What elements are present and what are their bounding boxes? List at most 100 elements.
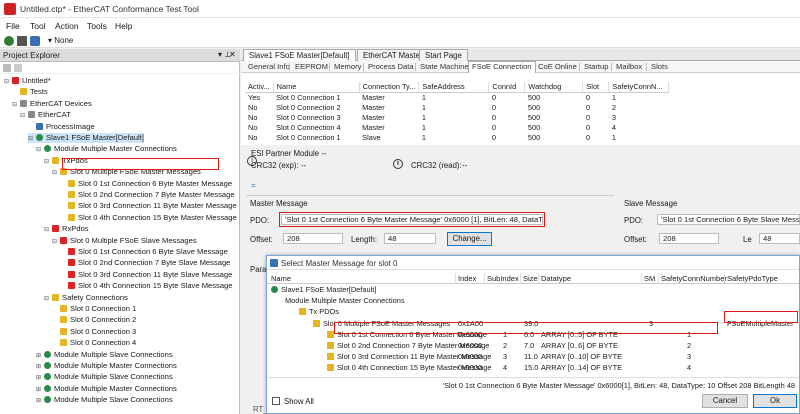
tree-item[interactable]: Slot 0 2nd Connection 7 Byte Slave Messa… xyxy=(60,258,230,268)
tree-item[interactable]: Slot 0 Connection 2 xyxy=(52,315,136,325)
tree-item[interactable]: ProcessImage xyxy=(28,122,95,132)
expand-toggle-icon[interactable]: ⊟ xyxy=(44,157,51,167)
col-connection-type[interactable]: Connection Ty... xyxy=(359,82,420,93)
expand-toggle-icon[interactable]: ⊟ xyxy=(44,294,51,304)
tab-mailbox[interactable]: Mailbox xyxy=(616,62,642,71)
tab-general-info[interactable]: General Info xyxy=(248,62,290,71)
settings-icon[interactable] xyxy=(30,36,40,46)
tab-start-page[interactable]: Start Page xyxy=(419,49,468,61)
tree-item[interactable]: ⊟ Untitled* xyxy=(4,76,51,86)
expand-toggle-icon[interactable]: ⊟ xyxy=(52,237,59,247)
stop-icon[interactable] xyxy=(17,36,27,46)
run-icon[interactable] xyxy=(4,36,14,46)
tree-item[interactable]: ⊞ Module Multiple Master Connections xyxy=(36,384,177,394)
ok-button[interactable]: Ok xyxy=(753,394,797,408)
tab-ethercat-master[interactable]: EtherCAT Master xyxy=(357,49,429,61)
tree-item[interactable]: Slot 0 3rd Connection 11 Byte Slave Mess… xyxy=(60,270,232,280)
table-row[interactable]: No Slot 0 Connection 1 Slave 1 0 500 0 1 xyxy=(245,133,669,143)
tree-item[interactable]: ⊞ Module Multiple Slave Connections xyxy=(36,372,173,382)
expand-toggle-icon[interactable]: ⊞ xyxy=(36,351,43,361)
tree-item[interactable]: ⊟ EtherCAT xyxy=(20,110,71,120)
table-row[interactable]: No Slot 0 Connection 3 Master 1 0 500 0 3 xyxy=(245,113,669,123)
dcol-index[interactable]: Index xyxy=(458,274,476,283)
remove-icon[interactable] xyxy=(14,64,22,72)
menu-tools[interactable]: Tools xyxy=(87,21,107,31)
tab-eeprom[interactable]: EEPROM xyxy=(295,62,328,71)
menu-file[interactable]: File xyxy=(6,21,20,31)
show-all-checkbox[interactable] xyxy=(272,397,280,405)
tab-memory[interactable]: Memory xyxy=(334,62,361,71)
tree-item[interactable]: ⊞ Module Multiple Slave Connections xyxy=(36,395,173,405)
col-slot[interactable]: Slot xyxy=(582,82,610,93)
tab-fsoe-connection[interactable]: FSoE Connection xyxy=(468,61,536,73)
col-conn-id[interactable]: ConnId xyxy=(488,82,526,93)
menu-action[interactable]: Action xyxy=(55,21,79,31)
close-icon[interactable]: ✕ xyxy=(229,50,236,59)
tab-slave1[interactable]: Slave1 FSoE Master[Default] xyxy=(243,49,356,61)
col-safe-address[interactable]: SafeAddress xyxy=(418,82,490,93)
master-offset-field[interactable]: 208 xyxy=(283,233,343,244)
expand-toggle-icon[interactable]: ⊞ xyxy=(36,396,43,406)
dcol-subindex[interactable]: SubIndex xyxy=(487,274,519,283)
slave-length-field[interactable]: 48 xyxy=(759,233,800,244)
col-name[interactable]: Name xyxy=(273,82,360,93)
dcol-name[interactable]: Name xyxy=(271,274,291,283)
expand-toggle-icon[interactable]: ⊟ xyxy=(12,100,19,110)
tree-item[interactable]: ⊟ EtherCAT Devices xyxy=(12,99,92,109)
slave-offset-field[interactable]: 208 xyxy=(659,233,719,244)
tree-item[interactable]: Slot 0 3rd Connection 11 Byte Master Mes… xyxy=(60,201,237,211)
tree-item[interactable]: ⊞ Module Multiple Master Connections xyxy=(36,361,177,371)
tree-item[interactable]: ⊟ Slot 0 Multiple FSoE Slave Messages xyxy=(52,236,197,246)
table-row[interactable]: No Slot 0 Connection 2 Master 1 0 500 0 2 xyxy=(245,103,669,113)
toolbar-combo[interactable]: ▾ None xyxy=(48,36,73,45)
dialog-row[interactable]: Slot 0 2nd Connection 7 Byte Master Mess… xyxy=(267,341,799,351)
tree-item[interactable]: Tests xyxy=(12,87,48,97)
tab-startup[interactable]: Startup xyxy=(584,62,608,71)
tree-item[interactable]: ⊞ Module Multiple Slave Connections xyxy=(36,350,173,360)
dialog-row[interactable]: Slave1 FSoE Master[Default] xyxy=(267,285,799,295)
tab-coe-online[interactable]: CoE Online xyxy=(538,62,577,71)
dialog-row[interactable]: Slot 0 4th Connection 15 Byte Master Mes… xyxy=(267,363,799,373)
change-button[interactable]: Change... xyxy=(447,232,492,246)
cancel-button[interactable]: Cancel xyxy=(702,394,748,408)
dcol-safety-conn-number[interactable]: SafetyConnNumber xyxy=(661,274,727,283)
table-row[interactable]: No Slot 0 Connection 4 Master 1 0 500 0 4 xyxy=(245,123,669,133)
expand-toggle-icon[interactable]: ⊞ xyxy=(36,362,43,372)
expand-toggle-icon[interactable]: ⊟ xyxy=(28,134,35,144)
tree-item[interactable]: ⊟ Module Multiple Master Connections xyxy=(36,144,177,154)
dcol-sm[interactable]: SM xyxy=(644,274,655,283)
tab-state-machine[interactable]: State Machine xyxy=(420,62,469,71)
tree-item[interactable]: Slot 0 4th Connection 15 Byte Master Mes… xyxy=(60,213,237,223)
dcol-datatype[interactable]: Datatype xyxy=(541,274,571,283)
tree-item[interactable]: Slot 0 1st Connection 6 Byte Slave Messa… xyxy=(60,247,228,257)
col-active[interactable]: Activ... xyxy=(245,82,274,93)
tree-item[interactable]: Slot 0 2nd Connection 7 Byte Master Mess… xyxy=(60,190,235,200)
tree-item[interactable]: ⊟ Slave1 FSoE Master[Default] xyxy=(28,133,144,143)
expand-toggle-icon[interactable]: ⊟ xyxy=(4,77,11,87)
tree-item[interactable]: ⊟ Safety Connections xyxy=(44,293,128,303)
dcol-size[interactable]: Size xyxy=(523,274,538,283)
tree-item[interactable]: Slot 0 1st Connection 6 Byte Master Mess… xyxy=(60,179,232,189)
dialog-row[interactable]: Module Multiple Master Connections xyxy=(267,296,799,306)
expand-toggle-icon[interactable]: ⊞ xyxy=(36,373,43,383)
tree-item[interactable]: ⊟ RxPdos xyxy=(44,224,89,234)
dcol-safety-pdo-type[interactable]: SafetyPdoType xyxy=(727,274,778,283)
table-row[interactable]: Yes Slot 0 Connection 1 Master 1 0 500 0 1 xyxy=(245,93,669,104)
expand-toggle-icon[interactable]: ⊟ xyxy=(20,111,27,121)
col-watchdog[interactable]: Watchdog xyxy=(524,82,584,93)
slave-pdo-field[interactable]: 'Slot 0 1st Connection 6 Byte Slave Mess… xyxy=(657,214,800,225)
expand-toggle-icon[interactable]: ⊟ xyxy=(44,225,51,235)
dialog-row[interactable]: Slot 0 3rd Connection 11 Byte Master Mes… xyxy=(267,352,799,362)
master-length-field[interactable]: 48 xyxy=(384,233,436,244)
tree-item[interactable]: Slot 0 Connection 4 xyxy=(52,338,136,348)
tab-slots[interactable]: Slots xyxy=(651,62,668,71)
expand-toggle-icon[interactable]: ⊟ xyxy=(36,145,43,155)
add-icon[interactable] xyxy=(3,64,11,72)
tree-item[interactable]: Slot 0 Connection 3 xyxy=(52,327,136,337)
tree-item[interactable]: Slot 0 Connection 1 xyxy=(52,304,136,314)
expand-toggle-icon[interactable]: ⊞ xyxy=(36,385,43,395)
menu-tool[interactable]: Tool xyxy=(30,21,46,31)
col-safety-conn-number[interactable]: SafetyConnN... xyxy=(608,82,670,93)
expand-toggle-icon[interactable]: ⊟ xyxy=(52,168,59,178)
tree-item[interactable]: Slot 0 4th Connection 15 Byte Slave Mess… xyxy=(60,281,233,291)
